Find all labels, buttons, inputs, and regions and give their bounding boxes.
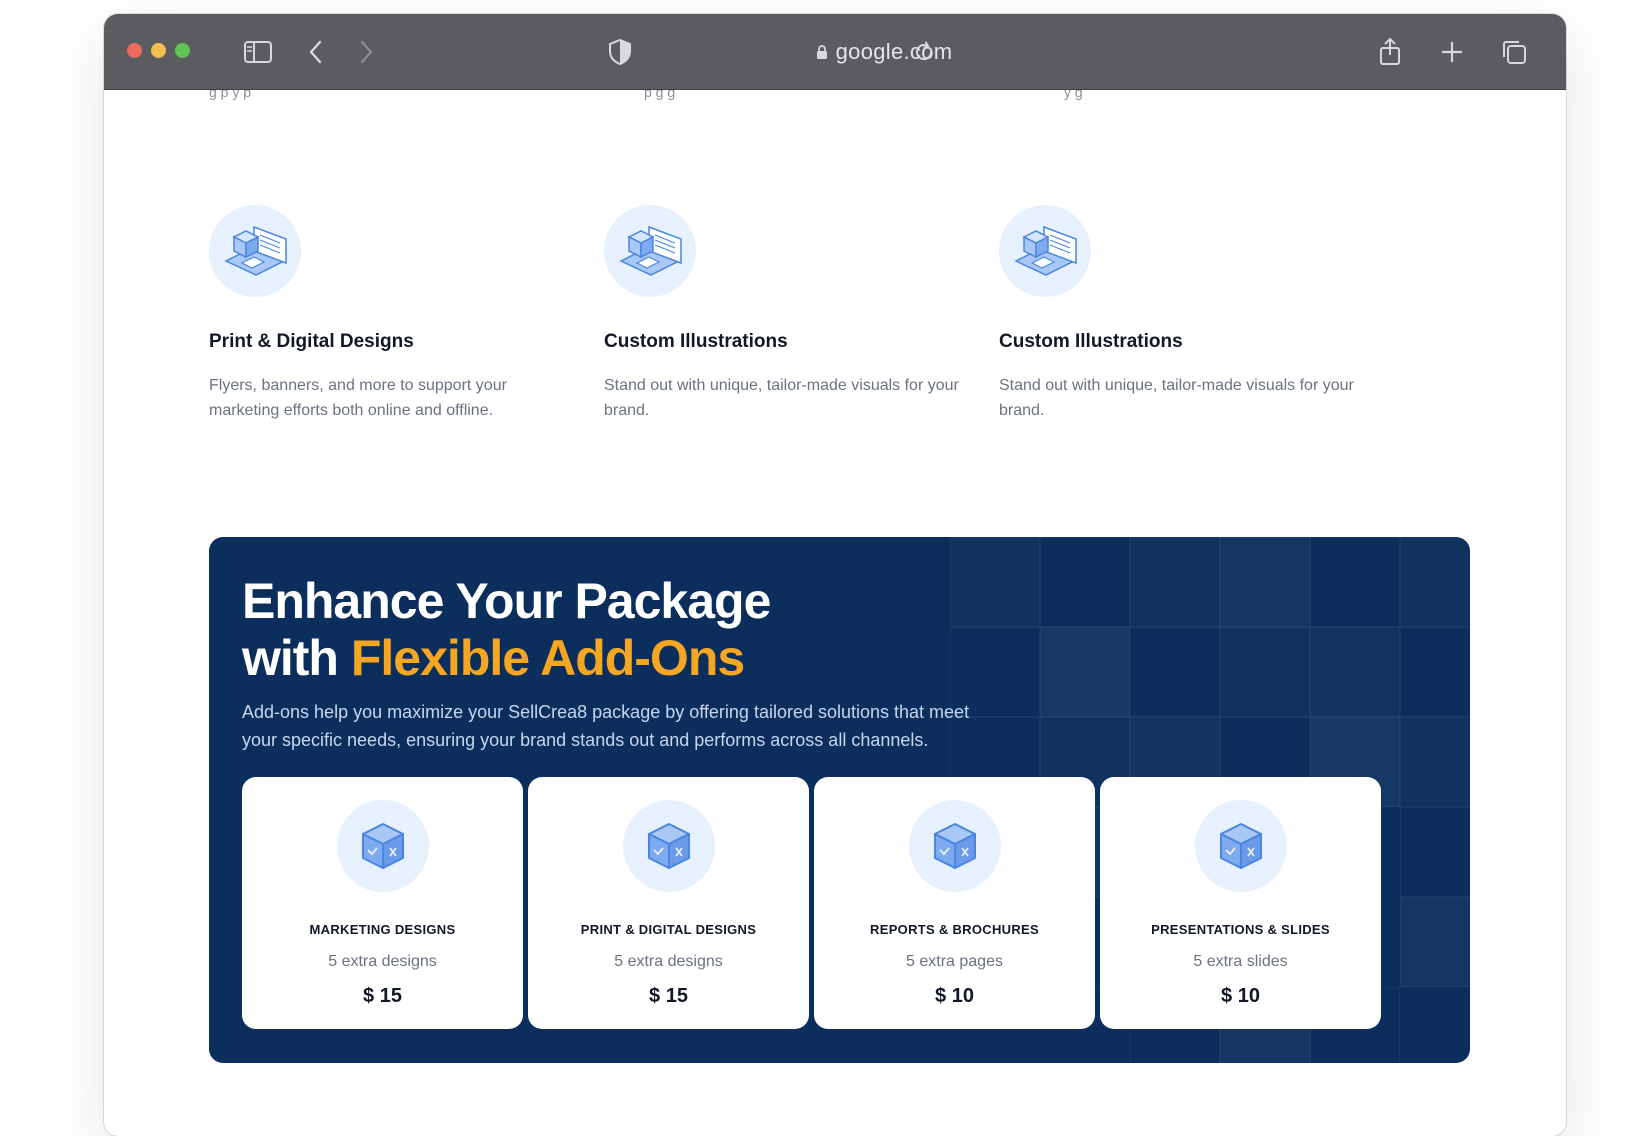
feature-description: Stand out with unique, tailor-made visua…	[604, 377, 959, 419]
box-icon	[336, 800, 429, 892]
design-illustration-icon	[999, 205, 1091, 297]
zoom-window-button[interactable]	[175, 43, 190, 58]
feature-item: Custom Illustrations Stand out with uniq…	[999, 205, 1359, 423]
design-illustration-icon	[604, 205, 696, 297]
feature-title: Custom Illustrations	[999, 331, 1183, 352]
addon-quantity: 5 extra slides	[1193, 953, 1288, 970]
forward-icon[interactable]	[350, 36, 382, 68]
feature-description: Flyers, banners, and more to support you…	[209, 377, 507, 419]
addon-card[interactable]: MARKETING DESIGNS 5 extra designs $ 15	[242, 777, 523, 1029]
addon-quantity: 5 extra pages	[906, 953, 1003, 970]
shield-icon[interactable]	[604, 36, 636, 68]
addon-title: MARKETING DESIGNS	[309, 922, 456, 937]
minimize-window-button[interactable]	[151, 43, 166, 58]
design-illustration-icon	[209, 205, 301, 297]
back-icon[interactable]	[300, 36, 332, 68]
addon-quantity: 5 extra designs	[328, 953, 437, 970]
share-icon[interactable]	[1374, 36, 1406, 68]
feature-item: Custom Illustrations Stand out with uniq…	[604, 205, 964, 423]
heading-with: with	[242, 630, 351, 686]
addons-panel: Enhance Your Package with Flexible Add-O…	[209, 537, 1470, 1063]
addon-price: $ 15	[363, 985, 402, 1007]
clipped-text-right: y g	[1064, 90, 1083, 100]
close-window-button[interactable]	[127, 43, 142, 58]
addon-title: PRESENTATIONS & SLIDES	[1151, 922, 1330, 937]
page-content: g p y p p g g y g Print & Digital Design…	[104, 90, 1566, 1136]
lock-icon	[816, 45, 827, 59]
feature-item: Print & Digital Designs Flyers, banners,…	[209, 205, 569, 423]
new-tab-icon[interactable]	[1436, 36, 1468, 68]
reload-icon[interactable]	[908, 36, 940, 68]
heading-accent: Flexible Add-Ons	[350, 630, 745, 686]
tab-overview-icon[interactable]	[1498, 36, 1530, 68]
box-icon	[908, 800, 1001, 892]
feature-title: Custom Illustrations	[604, 331, 788, 352]
addon-price: $ 10	[1221, 985, 1260, 1007]
addon-title: REPORTS & BROCHURES	[870, 922, 1039, 937]
addon-price: $ 10	[935, 985, 974, 1007]
heading-line-1: Enhance Your Package	[242, 573, 771, 629]
addon-card[interactable]: PRINT & DIGITAL DESIGNS 5 extra designs …	[528, 777, 809, 1029]
addons-description: Add-ons help you maximize your SellCrea8…	[242, 702, 970, 750]
addon-card[interactable]: REPORTS & BROCHURES 5 extra pages $ 10	[814, 777, 1095, 1029]
feature-title: Print & Digital Designs	[209, 331, 414, 352]
addon-quantity: 5 extra designs	[614, 953, 723, 970]
clipped-text-middle: p g g	[644, 90, 676, 100]
addon-title: PRINT & DIGITAL DESIGNS	[580, 922, 757, 937]
box-icon	[622, 800, 715, 892]
sidebar-icon[interactable]	[242, 36, 274, 68]
addons-heading: Enhance Your Package with Flexible Add-O…	[242, 573, 771, 687]
box-icon	[1194, 800, 1287, 892]
addon-card[interactable]: PRESENTATIONS & SLIDES 5 extra slides $ …	[1100, 777, 1381, 1029]
feature-description: Stand out with unique, tailor-made visua…	[999, 377, 1354, 419]
addon-price: $ 15	[649, 985, 688, 1007]
browser-window: google.com g p y p p g g y g Print & Dig…	[104, 14, 1566, 1136]
browser-toolbar: google.com	[104, 14, 1566, 90]
clipped-text-left: g p y p	[209, 90, 252, 100]
address-bar[interactable]: google.com	[754, 36, 1014, 68]
